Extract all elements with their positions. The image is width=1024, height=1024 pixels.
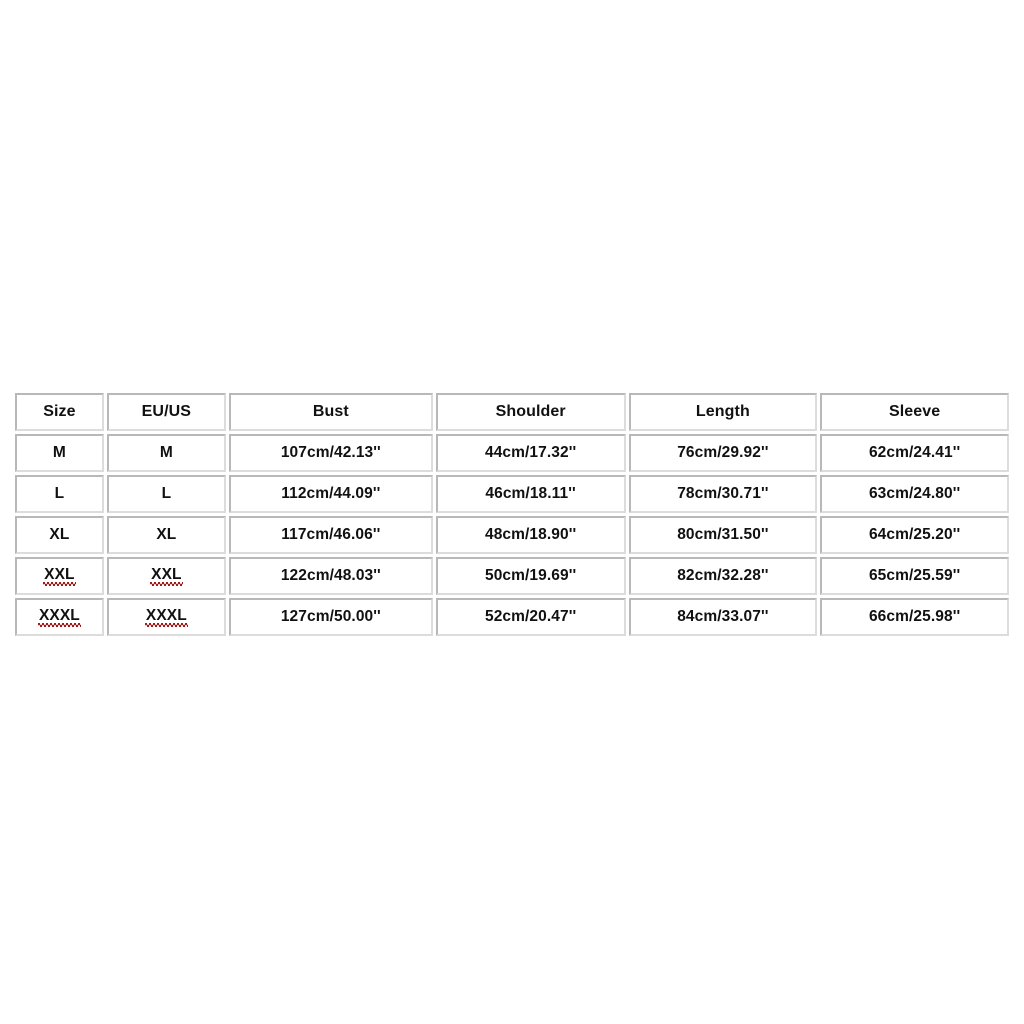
cell-eu_us: XL [106,516,226,554]
cell-shoulder: 48cm/18.90'' [435,516,626,554]
table-row: XXXL XXXL 127cm/50.00'' 52cm/20.47'' 84cm/33… [15,598,1009,636]
cell-bust: 107cm/42.13'' [228,434,433,472]
cell-eu_us: L [106,475,226,513]
cell-size: XXXL [15,598,104,636]
cell-bust: 112cm/44.09'' [228,475,433,513]
table-header-row: Size EU/US Bust Shoulder Length Sleeve [15,393,1009,431]
cell-length: 80cm/31.50'' [628,516,818,554]
cell-bust: 122cm/48.03'' [228,557,433,595]
cell-sleeve: 64cm/25.20'' [820,516,1009,554]
cell-length: 78cm/30.71'' [628,475,818,513]
cell-shoulder: 50cm/19.69'' [435,557,626,595]
column-header-sleeve: Sleeve [820,393,1009,431]
column-header-eu-us: EU/US [106,393,226,431]
table-row: XXL XXL 122cm/48.03'' 50cm/19.69'' 82cm/32.2… [15,557,1009,595]
cell-sleeve: 63cm/24.80'' [820,475,1009,513]
cell-bust: 117cm/46.06'' [228,516,433,554]
cell-sleeve: 65cm/25.59'' [820,557,1009,595]
cell-size: XL [15,516,104,554]
size-chart-table: Size EU/US Bust Shoulder Length Sleeve M… [12,390,1012,639]
cell-length: 84cm/33.07'' [628,598,818,636]
column-header-size: Size [15,393,104,431]
table-body: M M 107cm/42.13'' 44cm/17.32'' 76cm/29.92'' 6… [15,434,1009,636]
spellcheck-underline: XXL [150,566,184,586]
cell-eu_us: XXXL [106,598,226,636]
column-header-bust: Bust [228,393,433,431]
cell-size: XXL [15,557,104,595]
spellcheck-underline: XXXL [144,607,188,627]
table-row: M M 107cm/42.13'' 44cm/17.32'' 76cm/29.92'' 6… [15,434,1009,472]
cell-eu_us: M [106,434,226,472]
cell-bust: 127cm/50.00'' [228,598,433,636]
cell-size: L [15,475,104,513]
cell-length: 82cm/32.28'' [628,557,818,595]
cell-eu_us: XXL [106,557,226,595]
cell-length: 76cm/29.92'' [628,434,818,472]
table-row: L L 112cm/44.09'' 46cm/18.11'' 78cm/30.71'' 6… [15,475,1009,513]
column-header-shoulder: Shoulder [435,393,626,431]
cell-size: M [15,434,104,472]
spellcheck-underline: XXXL [37,607,81,627]
table-row: XL XL 117cm/46.06'' 48cm/18.90'' 80cm/31.50'… [15,516,1009,554]
spellcheck-underline: XXL [43,566,77,586]
table-header: Size EU/US Bust Shoulder Length Sleeve [15,393,1009,431]
cell-shoulder: 52cm/20.47'' [435,598,626,636]
cell-sleeve: 66cm/25.98'' [820,598,1009,636]
size-chart-container: Size EU/US Bust Shoulder Length Sleeve M… [12,390,1012,639]
cell-sleeve: 62cm/24.41'' [820,434,1009,472]
cell-shoulder: 44cm/17.32'' [435,434,626,472]
cell-shoulder: 46cm/18.11'' [435,475,626,513]
column-header-length: Length [628,393,818,431]
